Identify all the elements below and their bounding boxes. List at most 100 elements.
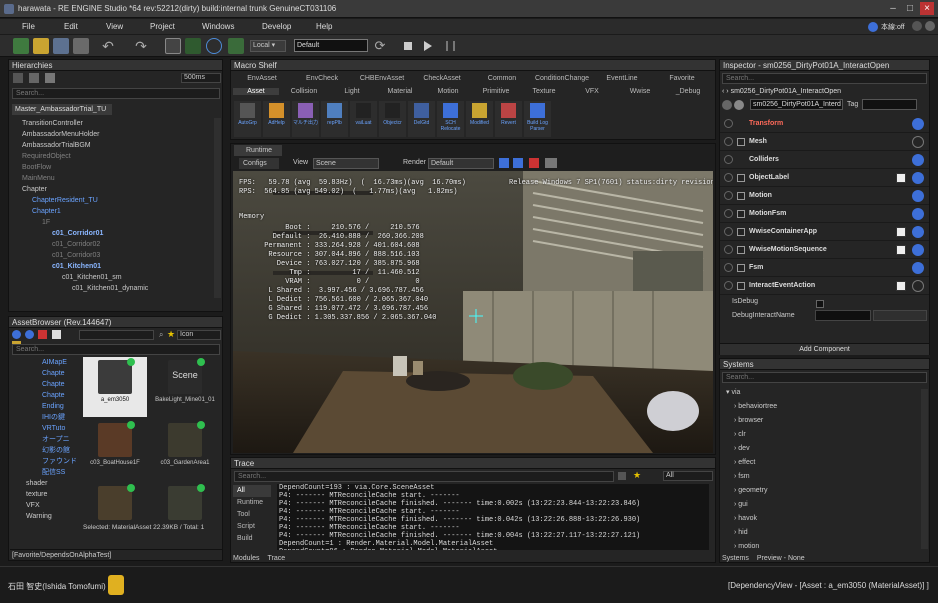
edit-icon[interactable]: [896, 281, 906, 291]
asset-folder[interactable]: Chapte: [12, 390, 80, 401]
menu-help[interactable]: Help: [316, 22, 332, 31]
tree-node[interactable]: ChapterResident_TU: [12, 195, 212, 206]
component-row[interactable]: Colliders: [720, 151, 929, 169]
component-row[interactable]: WwiseContainerApp: [720, 223, 929, 241]
component-row[interactable]: InteractEventAction: [720, 277, 929, 295]
tree-node[interactable]: AmbassadorTrialBGM: [12, 140, 212, 151]
menu-edit[interactable]: Edit: [64, 22, 78, 31]
component-row[interactable]: MotionFsm: [720, 205, 929, 223]
help-icon[interactable]: [912, 190, 924, 202]
close-button[interactable]: ×: [920, 2, 934, 15]
tree-node[interactable]: 1F: [12, 217, 212, 228]
screenshot-icon[interactable]: [545, 158, 557, 168]
select-icon[interactable]: [165, 38, 181, 54]
asset-folder[interactable]: texture: [12, 489, 80, 500]
scale-gizmo-icon[interactable]: [228, 38, 244, 54]
menu-file[interactable]: File: [22, 22, 35, 31]
macro-tab-asset[interactable]: Asset: [233, 88, 279, 95]
component-row[interactable]: WwiseMotionSequence: [720, 241, 929, 259]
trace-filter-select[interactable]: All: [663, 471, 713, 481]
checkbox-checked-icon[interactable]: [737, 192, 745, 200]
trace-category[interactable]: Build: [233, 533, 271, 545]
macro-tab-favorite[interactable]: Favorite: [653, 75, 711, 82]
macro-button[interactable]: Objectcr: [379, 101, 406, 137]
tree-node[interactable]: RequiredObject: [12, 151, 212, 162]
asset-folder[interactable]: 幻影の館: [12, 445, 80, 456]
system-node[interactable]: › hid: [734, 526, 914, 540]
trace-category[interactable]: Tool: [233, 509, 271, 521]
hierarchy-scrollbar[interactable]: [214, 118, 221, 298]
step-icon[interactable]: [446, 41, 455, 51]
asset-folder[interactable]: Ending: [12, 401, 80, 412]
hierarchy-search-input[interactable]: Search...: [12, 88, 220, 99]
menu-view[interactable]: View: [106, 22, 123, 31]
checkbox-checked-icon[interactable]: [737, 210, 745, 218]
forward-icon[interactable]: [25, 330, 35, 339]
macro-tab-vfx[interactable]: VFX: [569, 88, 615, 95]
isdebug-checkbox[interactable]: [816, 300, 824, 308]
component-row[interactable]: Transform: [720, 115, 929, 133]
open-folder-icon[interactable]: [33, 38, 49, 54]
checkbox-checked-icon[interactable]: [737, 228, 745, 236]
systems-scrollbar[interactable]: [921, 389, 928, 549]
help-icon[interactable]: [912, 262, 924, 274]
scene-viewport[interactable]: FPS: 59.78 (avg 59.83Hz) ( 16.73ms)(avg …: [233, 171, 713, 453]
macro-button[interactable]: Revert: [495, 101, 522, 137]
checkbox-checked-icon[interactable]: [737, 264, 745, 272]
tree-node[interactable]: c01_Corridor01: [12, 228, 212, 239]
menu-project[interactable]: Project: [150, 22, 175, 31]
asset-search-input[interactable]: Search...: [12, 344, 220, 355]
expand-toggle-icon[interactable]: [724, 173, 733, 182]
help-icon[interactable]: [868, 22, 878, 32]
filter-icon[interactable]: [13, 73, 23, 83]
asset-folder[interactable]: VFX: [12, 500, 80, 511]
tree-node[interactable]: c01_Kitchen01: [12, 261, 212, 272]
tree-node[interactable]: c01_Kitchen01_sm: [12, 272, 212, 283]
macro-tab-chbenvasset[interactable]: CHBEnvAsset: [353, 75, 411, 82]
edit-icon[interactable]: [896, 245, 906, 255]
redo-icon[interactable]: ↷: [133, 38, 149, 54]
render-select[interactable]: Default: [428, 158, 494, 169]
macro-button[interactable]: AdHelp: [263, 101, 290, 137]
save-icon[interactable]: [53, 38, 69, 54]
macro-tab-checkasset[interactable]: CheckAsset: [413, 75, 471, 82]
inspector-search-input[interactable]: Search...: [722, 73, 927, 84]
macro-tab-wwise[interactable]: Wwise: [617, 88, 663, 95]
copy-icon[interactable]: [51, 330, 61, 339]
tree-node[interactable]: TransitionController: [12, 118, 212, 129]
macro-tab-collision[interactable]: Collision: [281, 88, 327, 95]
checkbox-checked-icon[interactable]: [737, 138, 745, 146]
view-select[interactable]: Scene: [313, 158, 379, 169]
star-icon[interactable]: ★: [167, 329, 175, 340]
asset-folder[interactable]: shader: [12, 478, 80, 489]
checkbox-checked-icon[interactable]: [737, 282, 745, 290]
link-icon[interactable]: [29, 73, 40, 83]
trace-search-input[interactable]: Search...: [234, 471, 614, 482]
expand-toggle-icon[interactable]: [724, 137, 733, 146]
asset-tile[interactable]: [153, 483, 217, 522]
macro-button[interactable]: AutoGrp: [234, 101, 261, 137]
hierarchy-root-tab[interactable]: Master_AmbassadorTrial_TU: [12, 104, 112, 115]
checkbox-checked-icon[interactable]: [737, 246, 745, 254]
tree-node[interactable]: c01_Kitchen01_dynamic: [12, 283, 212, 294]
asset-tile[interactable]: c03_BoatHouse1F: [83, 420, 147, 480]
asset-tile[interactable]: c03_GardenArea1: [153, 420, 217, 480]
asset-path-input[interactable]: [79, 330, 154, 340]
trace-category[interactable]: Script: [233, 521, 271, 533]
delete-icon[interactable]: [38, 330, 48, 339]
systems-tab[interactable]: Systems: [722, 555, 749, 562]
component-row[interactable]: Fsm: [720, 259, 929, 277]
asset-folder[interactable]: Chapte: [12, 379, 80, 390]
help-icon[interactable]: [912, 154, 924, 166]
rotate-gizmo-icon[interactable]: [206, 38, 222, 54]
macro-tab-primitive[interactable]: Primitive: [473, 88, 519, 95]
key-icon[interactable]: [45, 73, 56, 83]
expand-toggle-icon[interactable]: [724, 245, 733, 254]
save-all-icon[interactable]: [73, 38, 89, 54]
undo-icon[interactable]: ↶: [100, 38, 116, 54]
tree-node[interactable]: MainMenu: [12, 173, 212, 184]
macro-button[interactable]: repPlb: [321, 101, 348, 137]
tree-node[interactable]: Chapter1: [12, 206, 212, 217]
macro-tab-eventline[interactable]: EventLine: [593, 75, 651, 82]
system-node[interactable]: › fsm: [734, 470, 914, 484]
